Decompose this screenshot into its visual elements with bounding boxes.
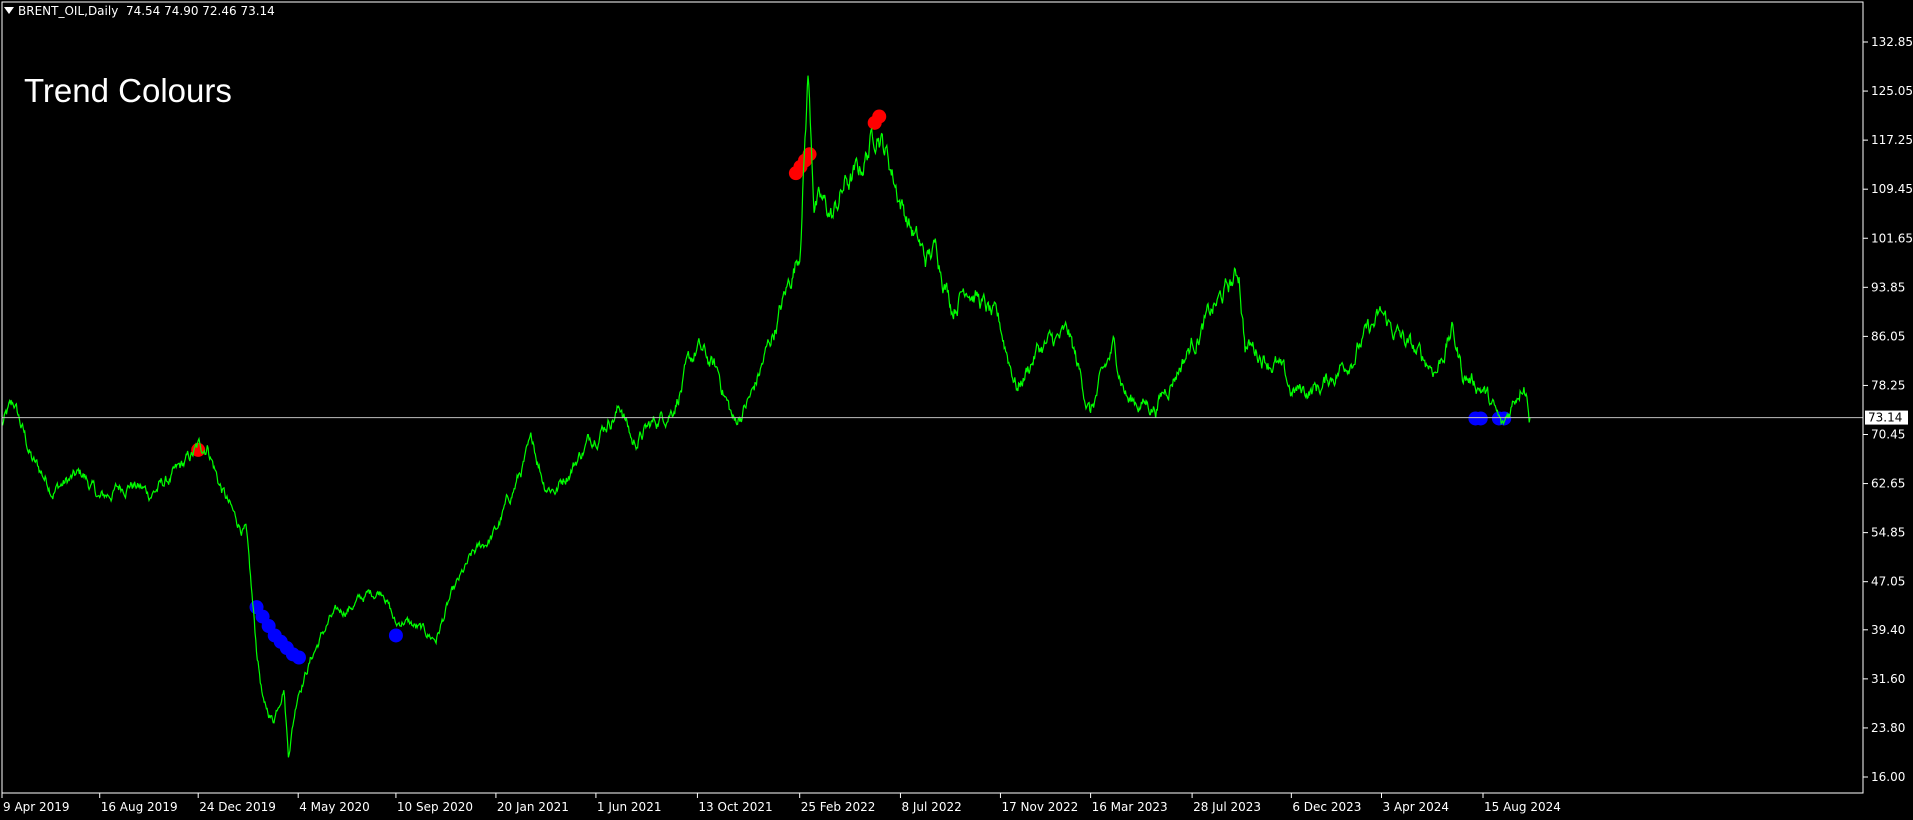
time-tick-label: 16 Aug 2019 xyxy=(101,800,178,814)
time-tick-label: 16 Mar 2023 xyxy=(1092,800,1168,814)
time-tick-label: 3 Apr 2024 xyxy=(1382,800,1449,814)
indicator-title: Trend Colours xyxy=(24,72,232,109)
trend-marker-down xyxy=(1473,411,1488,426)
time-tick-label: 6 Dec 2023 xyxy=(1292,800,1361,814)
time-tick-label: 10 Sep 2020 xyxy=(397,800,473,814)
trend-marker-up xyxy=(872,109,887,124)
price-tick-label: 117.25 xyxy=(1871,133,1913,147)
ohlc-values: 74.54 74.90 72.46 73.14 xyxy=(125,4,275,18)
price-tick-label: 23.80 xyxy=(1871,721,1905,735)
price-tick-label: 47.05 xyxy=(1871,575,1905,589)
price-tick-label: 54.85 xyxy=(1871,526,1905,540)
time-tick-label: 4 May 2020 xyxy=(299,800,370,814)
time-tick-label: 17 Nov 2022 xyxy=(1001,800,1078,814)
trend-marker-down xyxy=(388,628,403,643)
time-tick-label: 13 Oct 2021 xyxy=(698,800,772,814)
symbol-label: BRENT_OIL,Daily xyxy=(18,4,119,18)
dropdown-triangle-icon[interactable] xyxy=(4,7,14,14)
chart-background xyxy=(0,0,1913,820)
price-tick-label: 16.00 xyxy=(1871,770,1905,784)
current-price-text: 73.14 xyxy=(1868,411,1902,425)
price-tick-label: 125.05 xyxy=(1871,84,1913,98)
time-tick-label: 9 Apr 2019 xyxy=(3,800,70,814)
price-chart[interactable]: 132.85 125.05 117.25 109.45 101.65 93.85 86.05… xyxy=(0,0,1913,820)
time-tick-label: 24 Dec 2019 xyxy=(199,800,276,814)
time-tick-label: 8 Jul 2022 xyxy=(901,800,961,814)
price-tick-label: 70.45 xyxy=(1871,428,1905,442)
price-tick-label: 78.25 xyxy=(1871,378,1905,392)
time-tick-label: 15 Aug 2024 xyxy=(1484,800,1561,814)
price-tick-label: 101.65 xyxy=(1871,231,1913,245)
price-tick-label: 93.85 xyxy=(1871,280,1905,294)
price-tick-label: 132.85 xyxy=(1871,35,1913,49)
time-tick-label: 1 Jun 2021 xyxy=(597,800,662,814)
chart-header: BRENT_OIL,Daily 74.54 74.90 72.46 73.14 xyxy=(4,4,275,18)
time-tick-label: 25 Feb 2022 xyxy=(801,800,876,814)
trend-marker-down xyxy=(291,650,306,665)
price-tick-label: 31.60 xyxy=(1871,672,1905,686)
price-tick-label: 109.45 xyxy=(1871,182,1913,196)
price-tick-label: 62.65 xyxy=(1871,477,1905,491)
time-tick-label: 28 Jul 2023 xyxy=(1193,800,1261,814)
price-tick-label: 39.40 xyxy=(1871,623,1905,637)
current-price-label: 73.14 xyxy=(1865,410,1908,425)
time-tick-label: 20 Jan 2021 xyxy=(497,800,569,814)
price-tick-label: 86.05 xyxy=(1871,329,1905,343)
